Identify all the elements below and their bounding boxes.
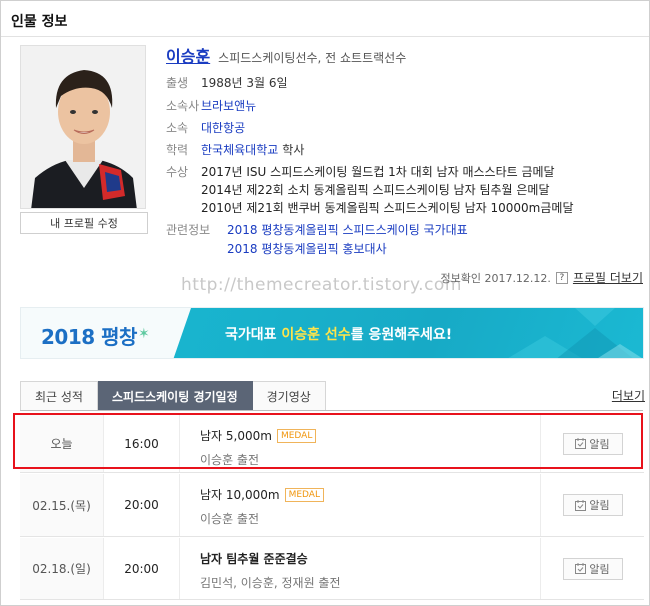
name-row: 이승훈 스피드스케이팅선수, 전 쇼트트랙선수 bbox=[166, 43, 406, 67]
schedule-time: 16:00 bbox=[104, 415, 180, 472]
info-education: 학력 한국체육대학교 학사 bbox=[166, 141, 304, 158]
alarm-cell: 알림 bbox=[540, 415, 644, 472]
section-title: 인물 정보 bbox=[11, 14, 68, 30]
info-birth: 출생 1988년 3월 6일 bbox=[166, 74, 288, 91]
alarm-button[interactable]: 알림 bbox=[562, 557, 623, 580]
tab-match-videos[interactable]: 경기영상 bbox=[252, 381, 326, 411]
person-name-link[interactable]: 이승훈 bbox=[166, 43, 210, 67]
banner-pre: 국가대표 bbox=[225, 327, 282, 343]
alarm-label: 알림 bbox=[589, 499, 610, 512]
banner-message: 국가대표 이승훈 선수를 응원해주세요! bbox=[225, 324, 452, 344]
divider bbox=[1, 36, 649, 37]
profile-photo-image bbox=[21, 46, 145, 208]
schedule-time: 20:00 bbox=[104, 474, 180, 536]
schedule-date: 02.15.(목) bbox=[20, 474, 104, 536]
banner-logo-text: 2018 평창 bbox=[41, 325, 137, 349]
award-item: 2017년 ISU 스피드스케이팅 월드컵 1차 대회 남자 매스스타트 금메달 bbox=[201, 165, 555, 179]
banner-post: 를 응원해주세요! bbox=[350, 327, 453, 343]
calendar-check-icon bbox=[575, 563, 587, 574]
degree-value: 학사 bbox=[282, 143, 305, 157]
agency-link[interactable]: 브라보앤뉴 bbox=[201, 97, 256, 114]
banner-highlight: 이승훈 선수 bbox=[281, 327, 351, 343]
schedule-row: 02.18.(일) 20:00 남자 팀추월 준준결승 김민석, 이승훈, 정재… bbox=[20, 538, 644, 600]
info-related-label-row: 관련정보 bbox=[166, 221, 226, 238]
medal-badge: MEDAL bbox=[276, 428, 317, 443]
profile-photo bbox=[20, 45, 146, 209]
schedule-tabs: 최근 성적 스피드스케이팅 경기일정 경기영상 bbox=[20, 381, 326, 411]
schedule-row: 오늘 16:00 남자 5,000m MEDAL 이승훈 출전 알림 bbox=[20, 415, 644, 473]
award-item: 2010년 제21회 밴쿠버 동계올림픽 스피드스케이팅 남자 10000m금메… bbox=[201, 201, 574, 215]
alarm-label: 알림 bbox=[589, 437, 610, 451]
calendar-check-icon bbox=[575, 499, 587, 511]
schedule-players: 이승훈 출전 bbox=[200, 512, 260, 526]
banner-logo: 2018 평창✶ bbox=[41, 321, 150, 350]
alarm-cell: 알림 bbox=[540, 538, 644, 599]
award-item: 2014년 제22회 소치 동계올림픽 스피드스케이팅 남자 팀추월 은메달 bbox=[201, 183, 550, 197]
info-label: 관련정보 bbox=[166, 223, 211, 237]
banner-pattern-icon bbox=[505, 308, 643, 358]
info-awards-label-row: 수상 bbox=[166, 163, 201, 180]
tab-recent-results[interactable]: 최근 성적 bbox=[20, 381, 98, 411]
schedule-players: 김민석, 이승훈, 정재원 출전 bbox=[200, 576, 341, 590]
person-info-panel: 인물 정보 내 프로필 수정 이승훈 스피드스케이팅선수, 전 쇼트트랙선수 출… bbox=[0, 0, 650, 606]
cheer-banner[interactable]: 2018 평창✶ 국가대표 이승훈 선수를 응원해주세요! bbox=[20, 307, 644, 359]
medal-badge: MEDAL bbox=[284, 487, 324, 502]
related-link[interactable]: 2018 평창동계올림픽 스피드스케이팅 국가대표 bbox=[227, 221, 468, 238]
profile-more-link[interactable]: 프로필 더보기 bbox=[573, 269, 643, 286]
schedule-date: 오늘 bbox=[20, 415, 104, 472]
alarm-button[interactable]: 알림 bbox=[562, 494, 623, 516]
edit-profile-button[interactable]: 내 프로필 수정 bbox=[20, 212, 148, 234]
event-name: 남자 5,000m bbox=[200, 429, 272, 443]
info-label: 소속 bbox=[166, 121, 189, 135]
schedule-date: 02.18.(일) bbox=[20, 538, 104, 599]
person-job: 스피드스케이팅선수, 전 쇼트트랙선수 bbox=[218, 51, 407, 65]
schedule-event: 남자 10,000m MEDAL bbox=[200, 486, 324, 503]
event-name: 남자 팀추월 준준결승 bbox=[200, 552, 308, 566]
schedule-event: 남자 팀추월 준준결승 bbox=[200, 550, 308, 567]
schedule-event: 남자 5,000m MEDAL bbox=[200, 427, 317, 444]
tabs-more-link[interactable]: 더보기 bbox=[612, 387, 645, 404]
info-label: 출생 bbox=[166, 76, 189, 90]
alarm-label: 알림 bbox=[589, 562, 610, 576]
alarm-cell: 알림 bbox=[540, 474, 644, 536]
info-confirm-row: 정보확인 2017.12.12. ? 프로필 더보기 bbox=[440, 269, 643, 286]
event-name: 남자 10,000m bbox=[200, 488, 280, 502]
schedule-players: 이승훈 출전 bbox=[200, 453, 260, 467]
info-label: 수상 bbox=[166, 165, 189, 179]
schedule-row: 02.15.(목) 20:00 남자 10,000m MEDAL 이승훈 출전 … bbox=[20, 474, 644, 537]
star-icon: ✶ bbox=[137, 326, 150, 342]
birth-value: 1988년 3월 6일 bbox=[201, 76, 288, 90]
schedule-time: 20:00 bbox=[104, 538, 180, 599]
tab-speed-skating-schedule[interactable]: 스피드스케이팅 경기일정 bbox=[97, 381, 253, 411]
calendar-check-icon bbox=[575, 438, 587, 449]
related-link[interactable]: 2018 평창동계올림픽 홍보대사 bbox=[227, 240, 387, 257]
info-label: 학력 bbox=[166, 143, 189, 157]
watermark-text: http://themecreator.tistory.com bbox=[181, 275, 462, 295]
info-agency: 소속사 브라보앤뉴 bbox=[166, 97, 256, 114]
info-label: 소속사 bbox=[166, 99, 200, 113]
school-link[interactable]: 한국체육대학교 bbox=[201, 141, 278, 158]
confirm-date: 정보확인 2017.12.12. bbox=[440, 271, 551, 285]
alarm-button[interactable]: 알림 bbox=[562, 432, 623, 455]
help-icon[interactable]: ? bbox=[555, 271, 568, 284]
team-link[interactable]: 대한항공 bbox=[201, 119, 245, 136]
tabs-divider bbox=[20, 410, 643, 411]
info-team: 소속 대한항공 bbox=[166, 119, 245, 136]
banner-cheer-area: 국가대표 이승훈 선수를 응원해주세요! bbox=[173, 308, 643, 358]
